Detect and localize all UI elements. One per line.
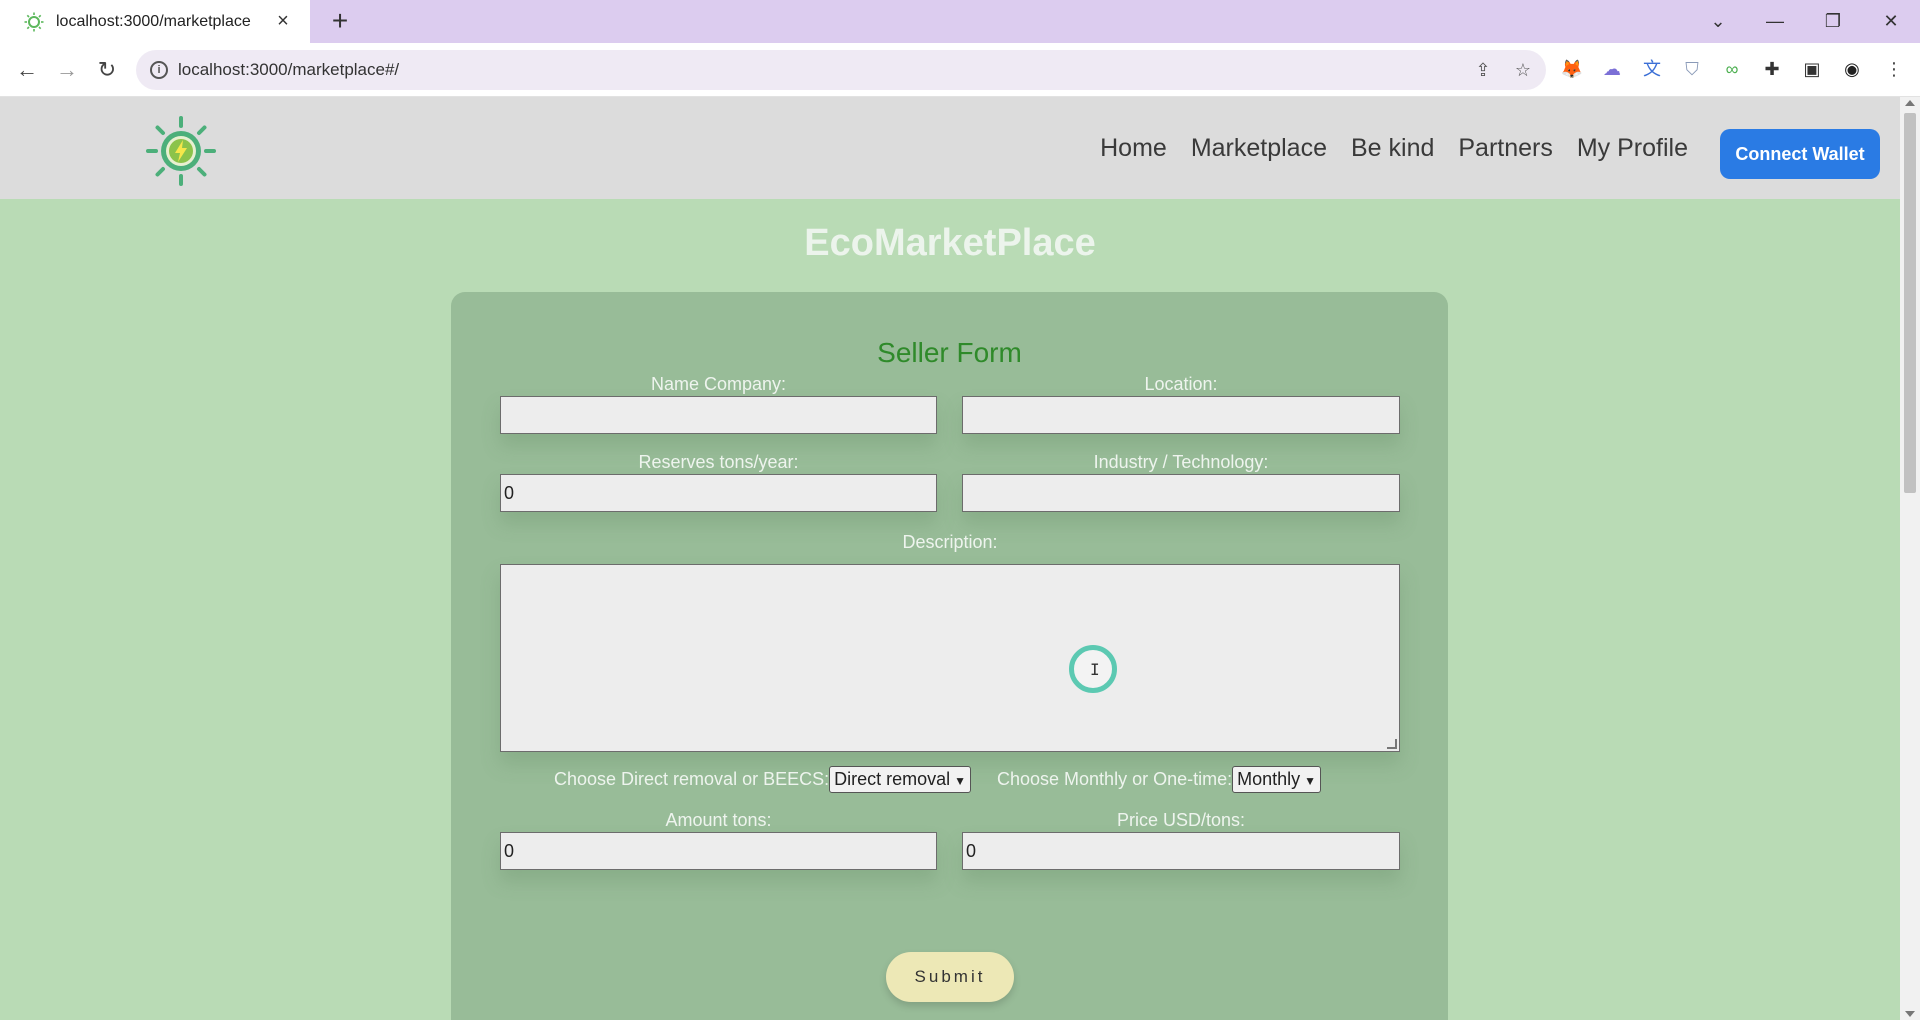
industry-input[interactable] <box>962 474 1400 512</box>
nav-my-profile[interactable]: My Profile <box>1577 134 1688 163</box>
tab-search-icon[interactable]: ⌄ <box>1695 8 1741 34</box>
location-label: Location: <box>1144 374 1218 394</box>
removal-label: Choose Direct removal or BEECS: <box>554 769 830 789</box>
sun-bolt-logo-icon[interactable] <box>145 115 217 187</box>
name-company-label: Name Company: <box>650 374 787 394</box>
main-nav: Home Marketplace Be kind Partners My Pro… <box>1100 134 1688 163</box>
frequency-select-row: Choose Monthly or One-time: Monthly ▼ <box>997 766 1322 793</box>
submit-button[interactable]: Submit <box>886 952 1014 1002</box>
browser-titlebar: localhost:3000/marketplace × + ⌄ — ❐ ✕ <box>0 0 1920 43</box>
new-tab-button[interactable]: + <box>325 6 355 36</box>
page-title: EcoMarketPlace <box>804 222 1096 264</box>
reserves-label: Reserves tons/year: <box>638 452 799 472</box>
share-icon[interactable]: ⇪ <box>1472 59 1494 81</box>
chevron-down-icon: ▼ <box>1304 774 1317 788</box>
nav-be-kind[interactable]: Be kind <box>1351 134 1434 163</box>
name-company-input[interactable] <box>500 396 937 434</box>
link-extension-icon[interactable]: ∞ <box>1719 56 1745 82</box>
scroll-up-icon[interactable] <box>1905 100 1915 106</box>
sun-favicon-icon <box>24 12 44 31</box>
frequency-select[interactable]: Monthly ▼ <box>1232 766 1322 793</box>
browser-tab[interactable]: localhost:3000/marketplace × <box>0 0 310 43</box>
location-input[interactable] <box>962 396 1400 434</box>
mouse-cursor-indicator: I <box>1069 645 1117 693</box>
chevron-down-icon: ▼ <box>954 774 967 788</box>
reserves-input[interactable]: 0 <box>500 474 937 512</box>
price-input[interactable]: 0 <box>962 832 1400 870</box>
text-cursor-icon: I <box>1090 660 1100 679</box>
profile-icon[interactable]: ◉ <box>1839 56 1865 82</box>
industry-label: Industry / Technology: <box>1093 452 1269 472</box>
extension-icon[interactable]: ☁ <box>1599 56 1625 82</box>
frequency-selected-value: Monthly <box>1237 769 1301 789</box>
description-label: Description: <box>902 532 998 552</box>
reload-icon[interactable]: ↻ <box>92 55 122 85</box>
url-text[interactable]: localhost:3000/marketplace#/ <box>178 60 399 80</box>
seller-form-card: Seller Form Name Company: Location: Rese… <box>451 292 1448 1020</box>
amount-input[interactable]: 0 <box>500 832 937 870</box>
removal-select[interactable]: Direct removal ▼ <box>829 766 972 793</box>
site-header: Home Marketplace Be kind Partners My Pro… <box>0 97 1900 199</box>
nav-home[interactable]: Home <box>1100 134 1167 163</box>
removal-selected-value: Direct removal <box>834 769 951 789</box>
nav-partners[interactable]: Partners <box>1458 134 1552 163</box>
resize-grip-icon[interactable] <box>1387 739 1397 749</box>
removal-select-row: Choose Direct removal or BEECS: Direct r… <box>554 766 972 793</box>
translate-icon[interactable]: 文 <box>1639 56 1665 82</box>
page-viewport: Home Marketplace Be kind Partners My Pro… <box>0 97 1900 1020</box>
frequency-label: Choose Monthly or One-time: <box>997 769 1233 789</box>
amount-label: Amount tons: <box>665 810 772 830</box>
star-icon[interactable]: ☆ <box>1512 59 1534 81</box>
nav-marketplace[interactable]: Marketplace <box>1191 134 1327 163</box>
connect-wallet-button[interactable]: Connect Wallet <box>1720 129 1880 179</box>
back-icon[interactable]: ← <box>12 55 42 85</box>
scrollbar-thumb[interactable] <box>1904 113 1916 493</box>
forward-icon[interactable]: → <box>52 55 82 85</box>
form-title: Seller Form <box>877 337 1022 368</box>
close-window-icon[interactable]: ✕ <box>1868 8 1914 34</box>
menu-icon[interactable]: ⋮ <box>1881 56 1907 82</box>
tab-title: localhost:3000/marketplace <box>56 12 251 30</box>
info-icon[interactable]: i <box>150 61 168 79</box>
minimize-icon[interactable]: — <box>1752 8 1798 34</box>
browser-toolbar: ← → ↻ i localhost:3000/marketplace#/ ⇪ ☆ <box>0 43 1920 97</box>
puzzle-icon[interactable]: ✚ <box>1759 56 1785 82</box>
restore-icon[interactable]: ❐ <box>1810 8 1856 34</box>
close-tab-icon[interactable]: × <box>272 10 294 32</box>
metamask-icon[interactable]: 🦊 <box>1559 56 1585 82</box>
page-scrollbar[interactable] <box>1900 97 1920 1020</box>
sidepanel-icon[interactable]: ▣ <box>1799 56 1825 82</box>
shield-icon[interactable]: ⛉ <box>1679 56 1705 82</box>
scroll-down-icon[interactable] <box>1905 1011 1915 1017</box>
address-bar[interactable]: i localhost:3000/marketplace#/ ⇪ ☆ <box>136 50 1546 90</box>
price-label: Price USD/tons: <box>1116 810 1246 830</box>
description-textarea[interactable] <box>500 564 1400 752</box>
